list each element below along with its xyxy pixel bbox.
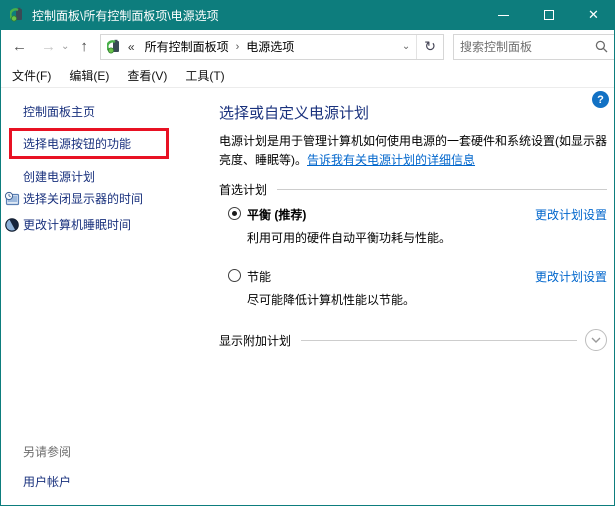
minimize-icon	[498, 15, 509, 16]
search-input[interactable]	[460, 40, 595, 54]
sidebar-item-computer-sleep-time-label: 更改计算机睡眠时间	[23, 216, 131, 233]
title-bar: 控制面板\所有控制面板项\电源选项 ✕	[1, 0, 615, 30]
maximize-icon	[544, 10, 554, 20]
forward-icon: →	[37, 39, 60, 54]
maximize-button[interactable]	[526, 0, 571, 30]
display-clock-icon	[4, 191, 20, 207]
learn-more-link[interactable]: 告诉我有关电源计划的详细信息	[307, 153, 475, 167]
preferred-plans-section: 首选计划	[219, 181, 607, 198]
close-icon: ✕	[588, 7, 599, 23]
power-options-window: 控制面板\所有控制面板项\电源选项 ✕ ← → ⌄ ↑ « 所有控制面板项 › …	[0, 0, 615, 506]
search-box	[453, 34, 615, 60]
breadcrumb-power-options[interactable]: 电源选项	[242, 38, 298, 55]
menu-edit[interactable]: 编辑(E)	[60, 67, 118, 84]
close-button[interactable]: ✕	[571, 0, 615, 30]
sleep-meter-icon	[4, 217, 20, 233]
plan-name-balanced[interactable]: 平衡 (推荐)	[247, 206, 306, 223]
plan-desc-balanced: 利用可用的硬件自动平衡功耗与性能。	[247, 229, 451, 246]
window-title: 控制面板\所有控制面板项\电源选项	[32, 7, 481, 24]
preferred-plans-label: 首选计划	[219, 181, 267, 198]
plan-name-power-saver[interactable]: 节能	[247, 268, 271, 285]
intro-paragraph: 电源计划是用于管理计算机如何使用电源的一套硬件和系统设置(如显示器亮度、睡眠等)…	[219, 132, 611, 170]
breadcrumb-all-items[interactable]: 所有控制面板项	[141, 38, 233, 55]
plan-row-power-saver: 节能 更改计划设置	[228, 268, 607, 285]
sidebar-item-user-accounts[interactable]: 用户帐户	[23, 473, 71, 490]
sidebar-item-choose-power-buttons[interactable]: 选择电源按钮的功能	[23, 135, 131, 152]
power-options-icon	[10, 7, 26, 23]
menu-tools[interactable]: 工具(T)	[176, 67, 233, 84]
back-icon[interactable]: ←	[8, 39, 31, 54]
expand-additional-plans-button[interactable]	[585, 329, 607, 351]
additional-plans-section: 显示附加计划	[219, 329, 607, 351]
annotation-red-box: 选择电源按钮的功能	[9, 128, 169, 159]
page-title: 选择或自定义电源计划	[219, 102, 369, 123]
section-divider	[301, 340, 577, 341]
power-options-breadcrumb-icon	[107, 39, 123, 55]
address-dropdown-icon[interactable]: ⌄	[396, 35, 416, 59]
see-also-header: 另请参阅	[23, 443, 71, 460]
breadcrumb-separator-icon[interactable]: ›	[233, 41, 243, 53]
navigation-bar: ← → ⌄ ↑ « 所有控制面板项 › 电源选项 ⌄ ↻	[1, 30, 615, 63]
history-dropdown-icon[interactable]: ⌄	[61, 41, 69, 52]
additional-plans-label: 显示附加计划	[219, 332, 291, 349]
sidebar-item-computer-sleep-time[interactable]: 更改计算机睡眠时间	[4, 216, 131, 233]
sidebar-item-control-panel-home[interactable]: 控制面板主页	[23, 103, 95, 120]
radio-power-saver[interactable]	[228, 269, 241, 282]
menu-view[interactable]: 查看(V)	[118, 67, 176, 84]
plan-desc-power-saver: 尽可能降低计算机性能以节能。	[247, 291, 415, 308]
help-icon[interactable]: ?	[592, 91, 609, 108]
content-area: 控制面板主页 选择电源按钮的功能 创建电源计划 选择关闭显示器的时间 更改计算机…	[1, 89, 614, 505]
sidebar-item-display-off-time-label: 选择关闭显示器的时间	[23, 190, 143, 207]
minimize-button[interactable]	[481, 0, 526, 30]
section-divider	[277, 189, 607, 190]
menu-bar: 文件(F) 编辑(E) 查看(V) 工具(T)	[1, 63, 615, 88]
chevron-down-icon	[590, 336, 602, 344]
breadcrumb-overflow-icon[interactable]: «	[128, 40, 135, 54]
change-plan-settings-link-power-saver[interactable]: 更改计划设置	[535, 268, 607, 285]
search-icon[interactable]	[595, 40, 608, 53]
refresh-icon[interactable]: ↻	[416, 35, 443, 59]
sidebar-item-create-power-plan[interactable]: 创建电源计划	[23, 168, 95, 185]
up-icon[interactable]: ↑	[76, 39, 92, 54]
change-plan-settings-link-balanced[interactable]: 更改计划设置	[535, 206, 607, 223]
address-bar[interactable]: « 所有控制面板项 › 电源选项 ⌄ ↻	[100, 34, 444, 60]
plan-row-balanced: 平衡 (推荐) 更改计划设置	[228, 206, 607, 223]
menu-file[interactable]: 文件(F)	[3, 67, 60, 84]
radio-balanced[interactable]	[228, 207, 241, 220]
sidebar-item-display-off-time[interactable]: 选择关闭显示器的时间	[4, 190, 143, 207]
